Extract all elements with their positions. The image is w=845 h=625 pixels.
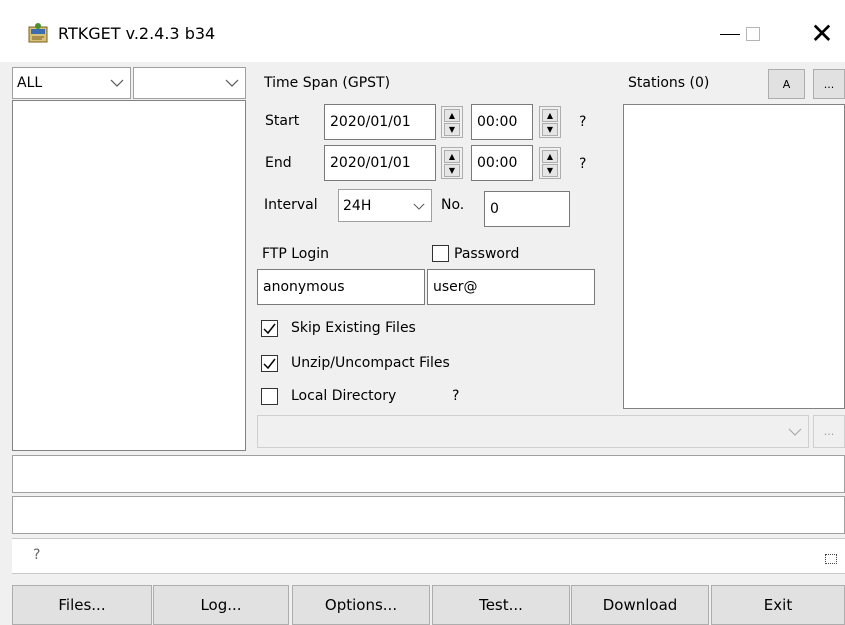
spin-up-icon[interactable]: ▲ (444, 150, 460, 163)
size-grip-icon[interactable] (825, 554, 837, 564)
stations-a-button[interactable]: A (768, 69, 805, 99)
stations-browse-button[interactable]: ... (813, 69, 845, 99)
maximize-button (730, 14, 776, 54)
checkmark-icon (263, 323, 276, 334)
message-strip-1 (12, 455, 845, 493)
end-label: End (265, 155, 292, 171)
data-subtype-select[interactable] (133, 67, 246, 99)
end-help[interactable]: ? (579, 156, 586, 172)
data-type-list[interactable] (12, 100, 246, 451)
skip-existing-label: Skip Existing Files (291, 320, 416, 336)
password-label: Password (454, 246, 520, 262)
ftp-password-value: user@ (433, 279, 478, 295)
end-date-spinner[interactable]: ▲ ▼ (441, 147, 463, 179)
time-span-heading: Time Span (GPST) (264, 75, 391, 91)
stations-list[interactable] (623, 104, 845, 409)
options-button[interactable]: Options... (292, 585, 430, 625)
status-bar (12, 538, 845, 574)
local-directory-select[interactable] (257, 415, 809, 448)
number-label: No. (441, 197, 465, 213)
stations-label: Stations (0) (628, 75, 710, 91)
chevron-down-icon (413, 198, 425, 214)
spin-down-icon[interactable]: ▼ (444, 164, 460, 177)
start-time-value: 00:00 (477, 114, 518, 130)
end-date-value: 2020/01/01 (330, 155, 411, 171)
spin-down-icon[interactable]: ▼ (542, 123, 558, 136)
start-label: Start (265, 113, 300, 129)
ftp-user-field[interactable]: anonymous (257, 269, 425, 305)
local-directory-label: Local Directory (291, 388, 397, 404)
spin-down-icon[interactable]: ▼ (444, 123, 460, 136)
files-button[interactable]: Files... (12, 585, 152, 625)
start-date-value: 2020/01/01 (330, 114, 411, 130)
window-title: RTKGET v.2.4.3 b34 (58, 24, 216, 43)
interval-select[interactable]: 24H (338, 189, 432, 222)
start-help[interactable]: ? (579, 114, 586, 130)
test-button[interactable]: Test... (432, 585, 570, 625)
close-button[interactable]: ✕ (799, 14, 845, 54)
data-type-value: ALL (17, 75, 43, 91)
spin-up-icon[interactable]: ▲ (542, 109, 558, 122)
exit-button[interactable]: Exit (711, 585, 845, 625)
number-value: 0 (490, 201, 499, 217)
status-help[interactable]: ? (33, 547, 40, 563)
checkmark-icon (263, 358, 276, 369)
password-checkbox[interactable] (432, 245, 449, 262)
end-time-value: 00:00 (477, 155, 518, 171)
skip-existing-checkbox[interactable] (261, 320, 278, 337)
start-time-spinner[interactable]: ▲ ▼ (539, 106, 561, 138)
data-type-select[interactable]: ALL (12, 67, 131, 99)
end-time-spinner[interactable]: ▲ ▼ (539, 147, 561, 179)
unzip-checkbox[interactable] (261, 355, 278, 372)
spin-up-icon[interactable]: ▲ (542, 150, 558, 163)
download-button[interactable]: Download (571, 585, 709, 625)
start-date-spinner[interactable]: ▲ ▼ (441, 106, 463, 138)
log-button[interactable]: Log... (153, 585, 289, 625)
ftp-login-label: FTP Login (262, 246, 330, 262)
spin-up-icon[interactable]: ▲ (444, 109, 460, 122)
chevron-down-icon (225, 75, 239, 91)
local-directory-browse-button[interactable]: ... (813, 415, 845, 448)
unzip-label: Unzip/Uncompact Files (291, 355, 450, 371)
ftp-password-field[interactable]: user@ (427, 269, 595, 305)
chevron-down-icon (110, 75, 124, 91)
local-directory-help[interactable]: ? (452, 388, 459, 404)
ftp-user-value: anonymous (263, 279, 345, 295)
spin-down-icon[interactable]: ▼ (542, 164, 558, 177)
message-strip-2 (12, 496, 845, 534)
maximize-icon (746, 27, 760, 41)
start-date-field[interactable]: 2020/01/01 (324, 104, 436, 140)
close-icon: ✕ (810, 17, 834, 50)
chevron-down-icon (788, 424, 802, 440)
end-time-field[interactable]: 00:00 (471, 145, 533, 181)
interval-value: 24H (343, 197, 372, 214)
rtkget-app-icon (27, 22, 49, 44)
start-time-field[interactable]: 00:00 (471, 104, 533, 140)
end-date-field[interactable]: 2020/01/01 (324, 145, 436, 181)
local-directory-checkbox[interactable] (261, 388, 278, 405)
number-field[interactable]: 0 (484, 191, 570, 227)
interval-label: Interval (264, 197, 318, 213)
